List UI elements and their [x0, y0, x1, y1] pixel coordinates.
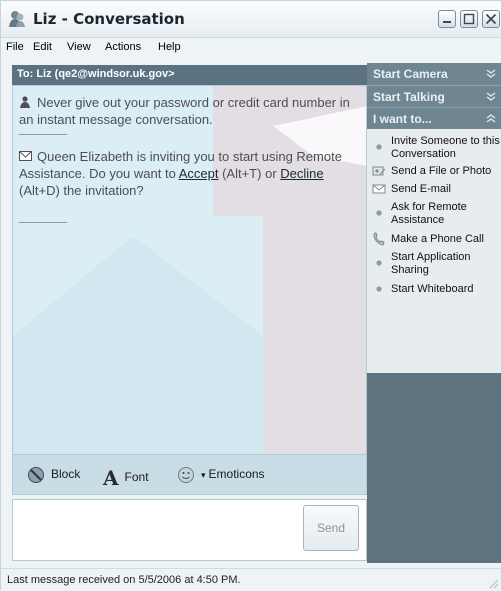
title-bar[interactable]: Liz - Conversation — [1, 1, 501, 38]
minimize-button[interactable] — [438, 10, 456, 28]
emoticons-label: Emoticons — [208, 467, 265, 482]
message-separator — [19, 222, 67, 223]
block-icon — [28, 467, 44, 483]
smiley-icon — [178, 467, 194, 483]
minimize-icon — [443, 21, 451, 23]
i-want-to-header[interactable]: I want to... — [367, 107, 501, 129]
background-watermark — [13, 86, 366, 454]
action-invite-label: Invite Someone to this Conversation — [391, 135, 500, 160]
message-separator — [19, 134, 67, 135]
resize-grip-icon[interactable] — [487, 577, 499, 589]
maximize-button[interactable] — [460, 10, 478, 28]
menu-file[interactable]: File — [6, 41, 24, 53]
start-talking-label: Start Talking — [373, 90, 445, 104]
action-list: Invite Someone to this Conversation Send… — [367, 129, 501, 373]
start-camera-header[interactable]: Start Camera — [367, 63, 501, 85]
action-send-email-label: Send E-mail — [391, 183, 451, 195]
phone-icon — [373, 232, 385, 246]
action-whiteboard-label: Start Whiteboard — [391, 283, 474, 295]
close-button[interactable] — [482, 10, 500, 28]
font-button[interactable]: A Font — [103, 466, 149, 490]
send-button[interactable]: Send — [303, 505, 359, 551]
recipient-bar: To: Liz (qe2@windsor.uk.gov> — [12, 65, 367, 85]
recipient-label: To: Liz (qe2@windsor.uk.gov> — [17, 68, 175, 80]
action-send-email[interactable]: Send E-mail — [367, 181, 501, 197]
emoticons-button[interactable]: ▾ Emoticons — [177, 466, 265, 484]
envelope-icon — [19, 151, 32, 161]
status-text: Last message received on 5/5/2006 at 4:5… — [7, 574, 241, 586]
envelope-icon — [372, 184, 386, 194]
start-talking-header[interactable]: Start Talking — [367, 85, 501, 107]
menu-actions[interactable]: Actions — [105, 41, 141, 53]
action-app-sharing[interactable]: Start Application Sharing — [367, 249, 501, 277]
block-button[interactable]: Block — [27, 466, 80, 484]
menu-view[interactable]: View — [67, 41, 91, 53]
font-icon: A — [103, 466, 119, 490]
messenger-buddy-icon — [9, 11, 25, 27]
action-send-file[interactable]: Send a File or Photo — [367, 163, 501, 179]
format-toolbar: Block A Font ▾ Emoticons — [12, 455, 367, 495]
menu-bar: File Edit View Actions Help — [1, 39, 501, 57]
action-app-sharing-label: Start Application Sharing — [391, 251, 471, 276]
accept-link[interactable]: Accept — [179, 166, 219, 181]
i-want-to-label: I want to... — [373, 112, 432, 126]
decline-shortcut: (Alt+D) the invitation? — [19, 183, 144, 198]
file-photo-icon — [372, 166, 386, 176]
bullet-icon — [376, 144, 382, 150]
security-notice-text: Never give out your password or credit c… — [19, 95, 350, 127]
bullet-icon — [376, 286, 382, 292]
or-text: or — [265, 166, 277, 181]
dropdown-arrow-icon: ▾ — [201, 470, 206, 481]
bullet-icon — [376, 210, 382, 216]
maximize-icon — [463, 13, 475, 25]
collapse-chevron-icon — [486, 114, 496, 123]
action-phone-call-label: Make a Phone Call — [391, 233, 484, 245]
action-phone-call[interactable]: Make a Phone Call — [367, 231, 501, 247]
conversation-window: Liz - Conversation File Edit View Action… — [0, 0, 502, 591]
menu-edit[interactable]: Edit — [33, 41, 52, 53]
action-send-file-label: Send a File or Photo — [391, 165, 492, 177]
buddy-icon — [20, 96, 30, 108]
send-label: Send — [316, 521, 346, 535]
action-whiteboard[interactable]: Start Whiteboard — [367, 281, 501, 297]
action-remote-assistance[interactable]: Ask for Remote Assistance — [367, 199, 501, 227]
block-label: Block — [51, 467, 81, 482]
action-remote-assistance-label: Ask for Remote Assistance — [391, 201, 467, 226]
action-invite[interactable]: Invite Someone to this Conversation — [367, 133, 501, 161]
close-icon — [485, 13, 497, 25]
window-title: Liz - Conversation — [33, 10, 185, 28]
decline-link[interactable]: Decline — [280, 166, 323, 181]
start-camera-label: Start Camera — [373, 67, 448, 81]
menu-help[interactable]: Help — [158, 41, 181, 53]
sidebar-panel: Start Camera Start Talking I want to... … — [367, 63, 501, 563]
bullet-icon — [376, 260, 382, 266]
accept-shortcut: (Alt+T) — [222, 166, 262, 181]
conversation-history[interactable]: Never give out your password or credit c… — [12, 85, 367, 455]
invitation-message: Queen Elizabeth is inviting you to start… — [19, 148, 354, 199]
expand-chevron-icon — [486, 69, 496, 78]
security-notice: Never give out your password or credit c… — [19, 94, 354, 128]
status-bar: Last message received on 5/5/2006 at 4:5… — [1, 568, 501, 591]
expand-chevron-icon — [486, 92, 496, 101]
font-label: Font — [124, 470, 149, 485]
